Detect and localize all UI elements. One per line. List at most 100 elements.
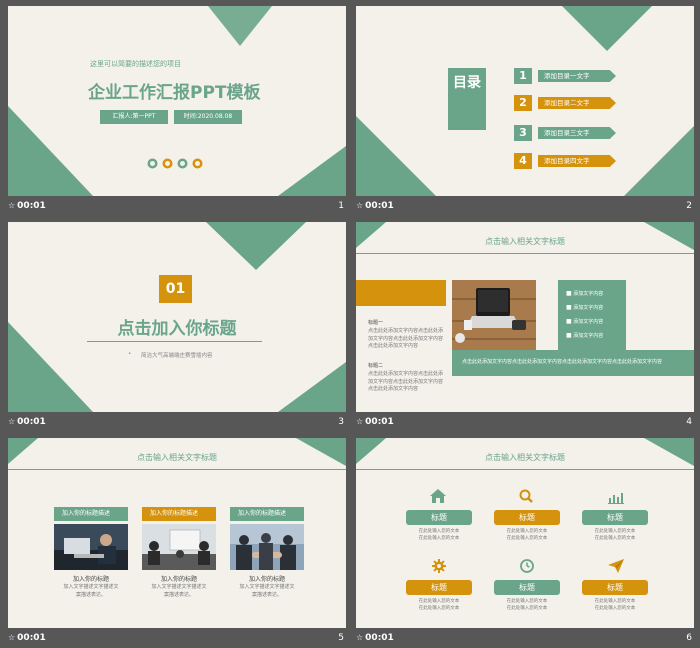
slide-3-time: 00:01 xyxy=(17,417,46,427)
slide-6-time: 00:01 xyxy=(365,633,394,643)
item-text: 在此处输入您的文本 在此处输入您的文本 xyxy=(506,599,548,611)
dot-icon[interactable] xyxy=(177,154,188,169)
star-icon: ☆ xyxy=(356,201,364,210)
dot-icon[interactable] xyxy=(162,154,173,169)
slide-1-time: 00:01 xyxy=(17,201,46,211)
card-caption: 加入你的标题 xyxy=(160,576,197,583)
bar-chart-icon xyxy=(608,489,624,504)
slide-4[interactable]: 点击输入相关文字标题 ■ 添加文字内容 ■ 添加文字内容 ■ 添加文字内容 ■ … xyxy=(356,222,694,412)
slide-3[interactable]: 01 点击加入你标题 • 简洁大气高端端庄赛雪插内容 xyxy=(8,222,346,412)
slide-1-presenter: 汇报人:第一PPT xyxy=(100,110,168,124)
slide-5-header: 点击输入相关文字标题 xyxy=(137,453,217,462)
slide-5[interactable]: 点击输入相关文字标题 加入你的标题描述 加入你的标题 加入文字描述文字描述文 案… xyxy=(8,438,346,628)
orange-bar xyxy=(356,280,446,306)
slide-thumb-6[interactable]: 点击输入相关文字标题 标题 标题 标题 在此处输入您的文本 在此处输入您的文本 … xyxy=(356,438,694,648)
slide-1-number: 1 xyxy=(338,201,344,211)
clock-icon xyxy=(520,558,534,573)
toc-label: 目录 xyxy=(453,75,481,91)
slide-3-meta: ☆ 00:01 3 xyxy=(8,415,346,431)
header-line xyxy=(356,253,694,254)
item-text: 在此处输入您的文本 在此处输入您的文本 xyxy=(594,529,636,541)
header-line xyxy=(8,469,346,470)
toc-item[interactable]: 添加目录一文字 xyxy=(538,70,616,82)
slide-5-number: 5 xyxy=(338,633,344,643)
card-label: 加入你的标题描述 xyxy=(54,507,128,521)
bullet-item: ■ 添加文字内容 xyxy=(566,332,604,339)
label-one: 标题一 xyxy=(368,320,384,326)
play-dot-icon[interactable] xyxy=(147,154,158,169)
send-icon xyxy=(608,558,624,573)
toc-item[interactable]: 添加目录二文字 xyxy=(538,97,616,109)
item-title[interactable]: 标题 xyxy=(406,510,472,525)
card-text: 加入文字描述文字描述文 案描述表达。 xyxy=(239,584,295,598)
slide-6-number: 6 xyxy=(686,633,692,643)
text-one: 点击此处添加文字内容点击此处添加文字内容点击此处添加文字内容点击此处添加文字内容 xyxy=(368,328,444,349)
slide-thumb-4[interactable]: 点击输入相关文字标题 ■ 添加文字内容 ■ 添加文字内容 ■ 添加文字内容 ■ … xyxy=(356,222,694,432)
item-title[interactable]: 标题 xyxy=(406,580,472,595)
toc-number: 3 xyxy=(514,125,532,141)
star-icon: ☆ xyxy=(8,417,16,426)
item-title[interactable]: 标题 xyxy=(494,580,560,595)
laptop-photo xyxy=(452,280,536,350)
item-text: 在此处输入您的文本 在此处输入您的文本 xyxy=(506,529,548,541)
header-line xyxy=(356,469,694,470)
search-icon xyxy=(518,488,534,503)
slide-3-title: 点击加入你标题 xyxy=(117,319,237,339)
slide-thumb-3[interactable]: 01 点击加入你标题 • 简洁大气高端端庄赛雪插内容 ☆ 00:01 3 xyxy=(8,222,346,432)
slide-thumb-1[interactable]: 这里可以简要的描述您的项目 企业工作汇报PPT模板 汇报人:第一PPT 时间:2… xyxy=(8,6,346,216)
slide-6-header: 点击输入相关文字标题 xyxy=(485,453,565,462)
slide-thumb-2[interactable]: 目录 1 添加目录一文字 2 添加目录二文字 3 添加目录三文字 4 添加目录四… xyxy=(356,6,694,216)
star-icon: ☆ xyxy=(356,633,364,642)
slide-4-number: 4 xyxy=(686,417,692,427)
slide-1-meta: ☆ 00:01 1 xyxy=(8,199,346,215)
slide-2-meta: ☆ 00:01 2 xyxy=(356,199,694,215)
star-icon: ☆ xyxy=(356,417,364,426)
toc-number: 1 xyxy=(514,68,532,84)
slide-4-header: 点击输入相关文字标题 xyxy=(485,237,565,246)
slide-6[interactable]: 点击输入相关文字标题 标题 标题 标题 在此处输入您的文本 在此处输入您的文本 … xyxy=(356,438,694,628)
toc-item[interactable]: 添加目录四文字 xyxy=(538,155,616,167)
slide-4-meta: ☆ 00:01 4 xyxy=(356,415,694,431)
item-title[interactable]: 标题 xyxy=(582,580,648,595)
card-caption: 加入你的标题 xyxy=(72,576,109,583)
slide-1-title: 企业工作汇报PPT模板 xyxy=(88,83,261,103)
slide-thumb-5[interactable]: 点击输入相关文字标题 加入你的标题描述 加入你的标题 加入文字描述文字描述文 案… xyxy=(8,438,346,648)
slide-3-bullet: • xyxy=(128,351,132,357)
item-text: 在此处输入您的文本 在此处输入您的文本 xyxy=(418,599,460,611)
slide-5-time: 00:01 xyxy=(17,633,46,643)
card-photo xyxy=(142,524,216,570)
label-two: 标题二 xyxy=(368,363,384,369)
slide-4-time: 00:01 xyxy=(365,417,394,427)
slide-1-subtitle: 这里可以简要的描述您的项目 xyxy=(90,60,181,68)
toc-number: 4 xyxy=(514,153,532,169)
bullet-item: ■ 添加文字内容 xyxy=(566,304,604,311)
item-text: 在此处输入您的文本 在此处输入您的文本 xyxy=(594,599,636,611)
slide-3-desc: 简洁大气高端端庄赛雪插内容 xyxy=(141,353,213,359)
slide-2[interactable]: 目录 1 添加目录一文字 2 添加目录二文字 3 添加目录三文字 4 添加目录四… xyxy=(356,6,694,196)
toc-item[interactable]: 添加目录三文字 xyxy=(538,127,616,139)
bullet-item: ■ 添加文字内容 xyxy=(566,290,604,297)
title-underline xyxy=(87,341,262,342)
toc-number: 2 xyxy=(514,95,532,111)
card-photo xyxy=(54,524,128,570)
home-icon xyxy=(430,488,446,503)
card-text: 加入文字描述文字描述文 案描述表达。 xyxy=(63,584,119,598)
text-two: 点击此处添加文字内容点击此处添加文字内容点击此处添加文字内容点击此处添加文字内容 xyxy=(368,371,444,392)
card-caption: 加入你的标题 xyxy=(248,576,285,583)
toc-box: 目录 xyxy=(448,68,486,130)
item-text: 在此处输入您的文本 在此处输入您的文本 xyxy=(418,529,460,541)
card-text: 加入文字描述文字描述文 案描述表达。 xyxy=(151,584,207,598)
star-icon: ☆ xyxy=(8,633,16,642)
item-title[interactable]: 标题 xyxy=(494,510,560,525)
bottom-bar: 点击此处添加文字内容点击此处添加文字内容点击此处添加文字内容点击此处添加文字内容 xyxy=(452,350,694,376)
gear-icon xyxy=(432,558,446,573)
bullet-item: ■ 添加文字内容 xyxy=(566,318,604,325)
star-icon: ☆ xyxy=(8,201,16,210)
slide-3-number: 3 xyxy=(338,417,344,427)
card-label: 加入你的标题描述 xyxy=(142,507,216,521)
slide-2-number: 2 xyxy=(686,201,692,211)
card-photo xyxy=(230,524,304,570)
item-title[interactable]: 标题 xyxy=(582,510,648,525)
dot-icon[interactable] xyxy=(192,154,203,169)
slide-1[interactable]: 这里可以简要的描述您的项目 企业工作汇报PPT模板 汇报人:第一PPT 时间:2… xyxy=(8,6,346,196)
